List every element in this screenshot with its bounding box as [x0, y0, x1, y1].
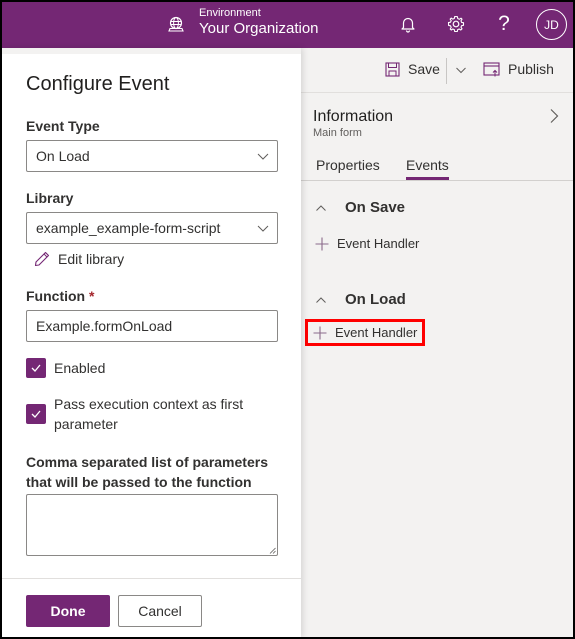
publish-button[interactable]: Publish: [483, 61, 554, 77]
library-value: example_example-form-script: [36, 220, 221, 236]
settings-button[interactable]: [444, 12, 468, 36]
chevron-up-icon: [316, 296, 326, 303]
section-title: On Save: [345, 199, 406, 216]
section-on-save[interactable]: On Save: [315, 199, 405, 216]
edit-library-link[interactable]: Edit library: [34, 251, 124, 267]
command-bar: Save Publish: [301, 48, 573, 93]
function-label: Function *: [26, 288, 94, 304]
checkmark-icon: [31, 364, 41, 372]
event-type-value: On Load: [36, 148, 90, 164]
checkmark-icon: [31, 410, 41, 418]
add-event-handler-on-save[interactable]: Event Handler: [313, 234, 421, 253]
handler-label: Event Handler: [335, 325, 418, 340]
user-avatar[interactable]: JD: [536, 9, 567, 40]
tab-properties[interactable]: Properties: [316, 157, 380, 173]
help-button[interactable]: ?: [492, 12, 516, 36]
tab-events[interactable]: Events: [406, 157, 449, 173]
done-button[interactable]: Done: [26, 595, 110, 627]
function-label-text: Function: [26, 288, 86, 304]
environment-label: Environment: [199, 7, 261, 19]
event-type-dropdown[interactable]: On Load: [26, 140, 278, 172]
pass-context-checkbox[interactable]: [26, 404, 46, 424]
footer-divider: [2, 578, 301, 579]
plus-icon: [313, 326, 327, 339]
configure-event-panel: Configure Event Event Type On Load Libra…: [2, 48, 301, 637]
chevron-down-icon: [257, 225, 269, 232]
environment-globe-icon: [168, 16, 184, 32]
help-icon: ?: [498, 12, 510, 35]
enabled-label: Enabled: [54, 360, 106, 376]
pencil-icon: [34, 251, 50, 267]
event-type-label: Event Type: [26, 118, 100, 134]
top-bar: Environment Your Organization ? JD: [2, 2, 573, 48]
save-icon: [385, 61, 400, 77]
add-event-handler-on-load[interactable]: Event Handler: [304, 319, 426, 346]
save-label: Save: [408, 61, 440, 77]
parameters-label: Comma separated list of parameters that …: [26, 454, 268, 490]
command-divider: [446, 58, 447, 84]
parameters-textarea[interactable]: [26, 494, 278, 556]
handler-label: Event Handler: [337, 236, 420, 251]
gear-icon: [447, 15, 465, 33]
edit-library-label: Edit library: [58, 251, 125, 267]
resize-grip-icon[interactable]: [269, 547, 276, 554]
enabled-checkbox-row[interactable]: Enabled: [26, 358, 105, 378]
plus-icon: [315, 237, 329, 250]
enabled-checkbox[interactable]: [26, 358, 46, 378]
pass-context-label: Pass execution context as first paramete…: [54, 396, 244, 432]
form-title: Information: [313, 108, 394, 125]
save-options-chevron-icon[interactable]: [455, 64, 467, 76]
cancel-button[interactable]: Cancel: [118, 595, 202, 627]
pass-context-checkbox-row[interactable]: Pass execution context as first paramete…: [26, 394, 266, 434]
tabs-divider: [301, 180, 573, 181]
function-input[interactable]: Example.formOnLoad: [26, 310, 278, 342]
publish-label: Publish: [508, 61, 554, 77]
app-window: Environment Your Organization ? JD Save …: [2, 2, 573, 637]
section-on-load[interactable]: On Load: [315, 291, 406, 308]
notifications-button[interactable]: [396, 12, 420, 36]
chevron-right-icon[interactable]: [547, 108, 561, 124]
required-marker: *: [89, 288, 95, 304]
save-button[interactable]: Save: [385, 61, 440, 77]
panel-top-strip: [2, 48, 301, 54]
section-title: On Load: [345, 291, 406, 308]
chevron-up-icon: [316, 204, 326, 211]
library-label: Library: [26, 190, 74, 206]
bell-icon: [401, 17, 415, 33]
publish-icon: [483, 61, 500, 76]
library-dropdown[interactable]: example_example-form-script: [26, 212, 278, 244]
form-subtitle: Main form: [313, 127, 362, 139]
chevron-down-icon: [257, 153, 269, 160]
panel-title: Configure Event: [26, 73, 170, 95]
environment-name[interactable]: Your Organization: [199, 20, 319, 37]
